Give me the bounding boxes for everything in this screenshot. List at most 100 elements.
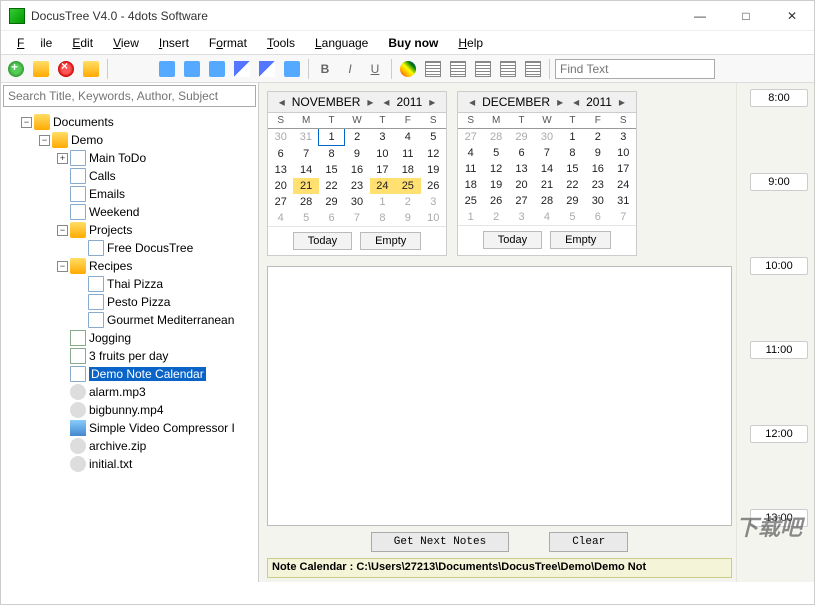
calendar-day[interactable]: 29 [509,129,534,146]
calendar-day[interactable]: 6 [268,146,293,163]
calendar-day[interactable]: 11 [458,161,483,177]
tree-jogging[interactable]: Jogging [57,329,256,347]
menu-tools[interactable]: Tools [259,34,303,52]
calendar-day[interactable]: 23 [344,178,369,194]
time-slot[interactable]: 8:00 [750,89,808,107]
indent-button[interactable] [522,58,544,80]
calendar-day[interactable]: 25 [458,193,483,209]
find-input[interactable] [555,59,715,79]
tree-alarm[interactable]: alarm.mp3 [57,383,256,401]
calendar-day[interactable]: 20 [268,178,293,194]
calendar-day[interactable]: 3 [509,209,534,225]
highlight-button[interactable] [256,58,278,80]
next-month-icon[interactable]: ▸ [554,95,566,109]
calendar-day[interactable]: 13 [509,161,534,177]
new-folder-button[interactable] [30,58,52,80]
clear-button[interactable]: Clear [549,532,628,552]
prev-year-icon[interactable]: ◂ [380,95,392,109]
calendar-day[interactable]: 11 [395,146,420,163]
calendar-day[interactable]: 27 [458,129,483,146]
color-button[interactable] [397,58,419,80]
underline-button[interactable]: U [364,58,386,80]
tree-calls[interactable]: Calls [57,167,256,185]
delete-button[interactable] [55,58,77,80]
empty-button[interactable]: Empty [550,231,611,249]
time-slot[interactable]: 12:00 [750,425,808,443]
nav-fwd-button[interactable] [206,58,228,80]
tree-fruits[interactable]: 3 fruits per day [57,347,256,365]
calendar-day[interactable]: 4 [268,210,293,226]
calendar-day[interactable]: 22 [319,178,344,194]
calendar-day[interactable]: 7 [344,210,369,226]
calendar-day[interactable]: 16 [344,162,369,178]
calendar-day[interactable]: 31 [293,129,318,146]
tree-recipes[interactable]: −Recipes [57,257,256,275]
calendar-day[interactable]: 12 [421,146,446,163]
menu-view[interactable]: View [105,34,147,52]
calendar-day[interactable]: 28 [483,129,508,146]
calendar-day[interactable]: 29 [319,194,344,210]
nav-back-all-button[interactable] [181,58,203,80]
calendar-day[interactable]: 8 [319,146,344,163]
calendar-day[interactable]: 22 [560,177,585,193]
search-input[interactable] [3,85,256,107]
today-button[interactable]: Today [483,231,542,249]
calendar-day[interactable]: 12 [483,161,508,177]
close-button[interactable]: ✕ [778,6,806,26]
calendar-december[interactable]: ◂ DECEMBER ▸ ◂ 2011 ▸ SMTWTFS27282930123… [457,91,637,256]
calendar-day[interactable]: 30 [268,129,293,146]
calendar-day[interactable]: 19 [421,162,446,178]
align-left-button[interactable] [422,58,444,80]
calendar-day[interactable]: 1 [458,209,483,225]
calendar-day[interactable]: 24 [611,177,636,193]
calendar-day[interactable]: 1 [319,129,344,146]
tree-emails[interactable]: Emails [57,185,256,203]
tree-bigbunny[interactable]: bigbunny.mp4 [57,401,256,419]
calendar-day[interactable]: 3 [370,129,395,146]
calendar-day[interactable]: 3 [611,129,636,146]
tree-pesto-pizza[interactable]: Pesto Pizza [75,293,256,311]
menu-buy-now[interactable]: Buy now [380,34,446,52]
calendar-day[interactable]: 6 [509,145,534,161]
calendar-day[interactable]: 2 [483,209,508,225]
calendar-day[interactable]: 7 [293,146,318,163]
calendar-day[interactable]: 10 [421,210,446,226]
maximize-button[interactable]: □ [732,6,760,26]
menu-format[interactable]: Format [201,34,255,52]
calendar-day[interactable]: 14 [293,162,318,178]
calendar-day[interactable]: 18 [458,177,483,193]
calendar-day[interactable]: 23 [585,177,610,193]
calendar-day[interactable]: 26 [421,178,446,194]
calendar-day[interactable]: 3 [421,194,446,210]
calendar-day[interactable]: 15 [319,162,344,178]
calendar-day[interactable]: 9 [395,210,420,226]
calendar-day[interactable]: 2 [395,194,420,210]
tree-main-todo[interactable]: +Main ToDo [57,149,256,167]
tree-demo-note[interactable]: Demo Note Calendar [57,365,256,383]
tool6-button[interactable] [281,58,303,80]
calendar-day[interactable]: 28 [293,194,318,210]
calendar-day[interactable]: 13 [268,162,293,178]
calendar-day[interactable]: 20 [509,177,534,193]
calendar-day[interactable]: 2 [585,129,610,146]
calendar-november[interactable]: ◂ NOVEMBER ▸ ◂ 2011 ▸ SMTWTFS30311234567… [267,91,447,256]
calendar-day[interactable]: 24 [370,178,395,194]
calendar-day[interactable]: 30 [585,193,610,209]
menu-file[interactable]: File [9,34,60,52]
minimize-button[interactable]: — [686,6,714,26]
calendar-day[interactable]: 30 [534,129,559,146]
calendar-day[interactable]: 16 [585,161,610,177]
align-right-button[interactable] [472,58,494,80]
note-editor[interactable] [267,266,732,526]
calendar-day[interactable]: 29 [560,193,585,209]
calendar-day[interactable]: 14 [534,161,559,177]
time-slot[interactable]: 10:00 [750,257,808,275]
calendar-day[interactable]: 30 [344,194,369,210]
tree-thai-pizza[interactable]: Thai Pizza [75,275,256,293]
list-button[interactable] [497,58,519,80]
calendar-day[interactable]: 5 [293,210,318,226]
time-slot[interactable]: 13:00 [750,509,808,527]
menu-language[interactable]: Language [307,34,376,52]
calendar-day[interactable]: 9 [344,146,369,163]
calendar-day[interactable]: 7 [611,209,636,225]
